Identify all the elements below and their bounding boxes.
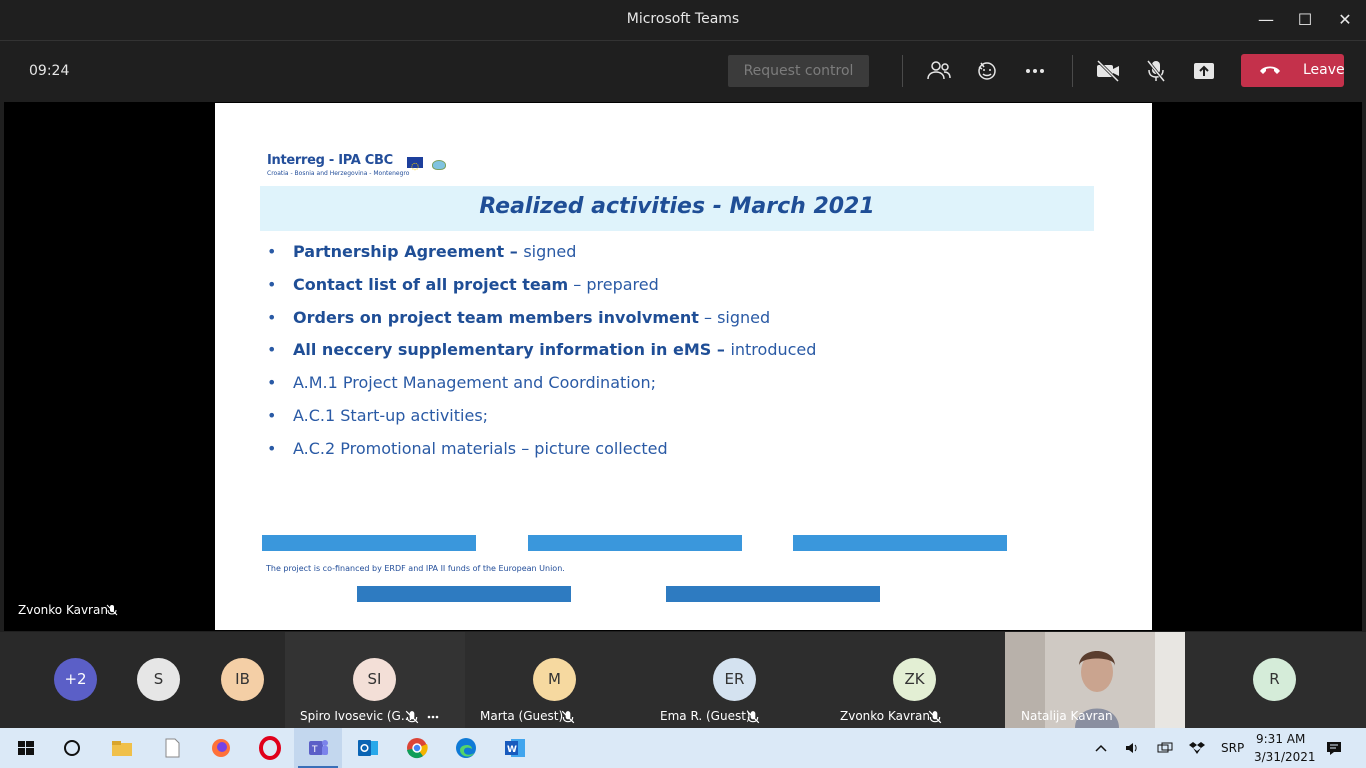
- input-language[interactable]: SRP: [1221, 741, 1244, 755]
- muted-mic-icon: [746, 710, 760, 724]
- list-item: A.C.1 Start-up activities;: [265, 403, 1085, 436]
- edge-icon[interactable]: [452, 734, 480, 762]
- avatar: SI: [353, 658, 396, 701]
- volume-icon[interactable]: [1124, 740, 1140, 756]
- document-icon[interactable]: [158, 734, 186, 762]
- list-item: Orders on project team members involvmen…: [265, 305, 1085, 338]
- avatar: ZK: [893, 658, 936, 701]
- list-item: Partnership Agreement – signed: [265, 239, 1085, 272]
- overflow-tile[interactable]: +2 S IB: [0, 632, 285, 728]
- interreg-logo: Interreg - IPA CBC Croatia - Bosnia and …: [267, 153, 457, 183]
- logo-subtitle: Croatia - Bosnia and Herzegovina - Monte…: [267, 170, 410, 177]
- participant-tile[interactable]: ER Ema R. (Guest): [645, 632, 825, 728]
- footer-bar: [666, 586, 880, 602]
- participant-tile[interactable]: M Marta (Guest): [465, 632, 645, 728]
- maximize-button[interactable]: ☐: [1290, 8, 1320, 32]
- eu-flag-icon: [407, 157, 423, 171]
- avatar[interactable]: IB: [221, 658, 264, 701]
- leave-label: Leave: [1303, 62, 1345, 78]
- svg-text:T: T: [311, 745, 318, 755]
- notifications-icon[interactable]: [1325, 740, 1343, 756]
- meeting-toolbar: 09:24 Request control Leave: [0, 40, 1366, 102]
- participant-name: Zvonko Kavran: [840, 709, 930, 723]
- file-explorer-icon[interactable]: [108, 734, 136, 762]
- presentation-slide: Interreg - IPA CBC Croatia - Bosnia and …: [215, 103, 1152, 630]
- system-date[interactable]: 3/31/2021: [1254, 750, 1316, 764]
- muted-mic-icon: [405, 710, 419, 724]
- participant-name: Natalija Kavran: [1021, 709, 1113, 723]
- presenter-name-badge: Zvonko Kavran: [18, 603, 118, 617]
- list-item: All neccery supplementary information in…: [265, 337, 1085, 370]
- avatar[interactable]: S: [137, 658, 180, 701]
- windows-start-icon[interactable]: [12, 734, 40, 762]
- teams-icon: T: [309, 740, 328, 755]
- muted-mic-icon: [561, 710, 575, 724]
- avatar: M: [533, 658, 576, 701]
- chrome-icon[interactable]: [403, 734, 431, 762]
- share-screen-icon[interactable]: [1189, 57, 1219, 85]
- avatar: R: [1253, 658, 1296, 701]
- opera-icon[interactable]: [256, 734, 284, 762]
- participant-name: Ema R. (Guest): [660, 709, 751, 723]
- raise-hand-icon[interactable]: [972, 57, 1002, 85]
- list-item: A.C.2 Promotional materials – picture co…: [265, 436, 1085, 469]
- toolbar-divider: [902, 55, 903, 87]
- slide-title-bar: Realized activities - March 2021: [260, 186, 1094, 231]
- windows-taskbar: T W SRP 9:31 AM 3/31/2021: [0, 728, 1366, 768]
- dropbox-icon[interactable]: [1188, 740, 1206, 756]
- participant-tile[interactable]: R: [1185, 632, 1366, 728]
- window-title: Microsoft Teams: [626, 11, 740, 27]
- muted-mic-icon: [106, 604, 118, 616]
- footer-bar: [793, 535, 1007, 551]
- more-options-icon[interactable]: [426, 710, 440, 724]
- system-time[interactable]: 9:31 AM: [1256, 732, 1305, 746]
- footer-bar: [262, 535, 476, 551]
- participants-icon[interactable]: [924, 57, 954, 85]
- footer-bar: [528, 535, 742, 551]
- cortana-search-icon[interactable]: [58, 734, 86, 762]
- title-bar: Microsoft Teams — ☐ ✕: [0, 0, 1366, 40]
- footer-bar: [357, 586, 571, 602]
- leave-button[interactable]: Leave: [1241, 54, 1345, 87]
- avatar: ER: [713, 658, 756, 701]
- minimize-button[interactable]: —: [1251, 8, 1281, 32]
- logo-brand: Interreg - IPA CBC: [267, 153, 393, 168]
- participant-name: Spiro Ivosevic (G...: [300, 709, 413, 723]
- camera-off-icon[interactable]: [1093, 57, 1123, 85]
- muted-mic-icon: [928, 710, 942, 724]
- phone-hangup-icon: [1260, 66, 1280, 74]
- participant-video-tile[interactable]: Natalija Kavran: [1005, 632, 1185, 728]
- list-item: A.M.1 Project Management and Coordinatio…: [265, 370, 1085, 403]
- request-control-button[interactable]: Request control: [728, 55, 869, 87]
- slide-title: Realized activities - March 2021: [479, 194, 875, 219]
- word-icon[interactable]: W: [501, 734, 529, 762]
- cofinancing-note: The project is co-financed by ERDF and I…: [266, 564, 565, 573]
- participant-tile[interactable]: SI Spiro Ivosevic (G...: [285, 632, 465, 728]
- microphone-off-icon[interactable]: [1141, 57, 1171, 85]
- participant-name: Marta (Guest): [480, 709, 564, 723]
- presenter-name: Zvonko Kavran: [18, 603, 108, 617]
- meeting-timer: 09:24: [29, 63, 70, 79]
- avatar-overflow[interactable]: +2: [54, 658, 97, 701]
- activity-list: Partnership Agreement – signed Contact l…: [265, 239, 1085, 469]
- toolbar-divider: [1072, 55, 1073, 87]
- outlook-icon[interactable]: [354, 734, 382, 762]
- list-item: Contact list of all project team – prepa…: [265, 272, 1085, 305]
- svg-text:W: W: [507, 745, 517, 755]
- network-icon[interactable]: [1156, 740, 1174, 756]
- chevron-up-icon[interactable]: [1094, 742, 1108, 754]
- program-emblem-icon: [432, 160, 446, 170]
- more-options-icon[interactable]: [1020, 57, 1050, 85]
- participant-tile[interactable]: ZK Zvonko Kavran: [825, 632, 1005, 728]
- teams-taskbar-item[interactable]: T: [294, 728, 342, 768]
- firefox-icon[interactable]: [207, 734, 235, 762]
- close-button[interactable]: ✕: [1330, 8, 1360, 32]
